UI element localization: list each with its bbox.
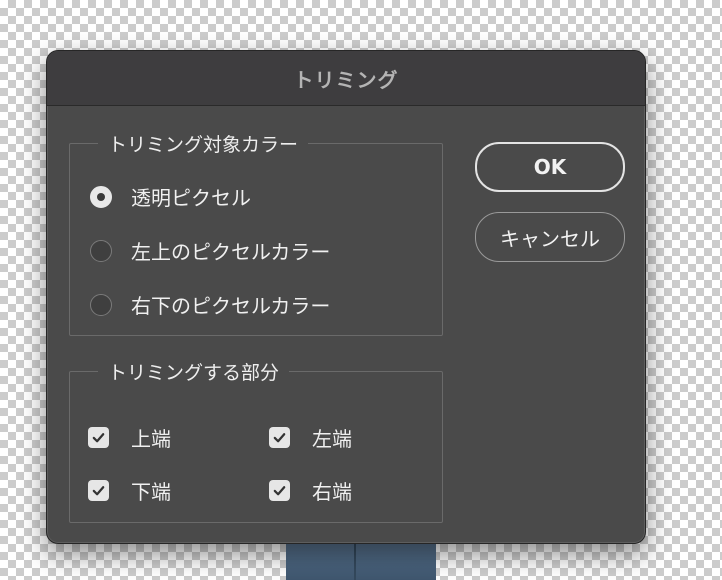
checkmark-icon [273,486,286,496]
radio-transparent-pixels[interactable]: 透明ピクセル [90,182,251,211]
trim-target-legend: トリミング対象カラー [98,130,309,157]
checkbox-checked[interactable] [269,480,290,501]
radio-bottom-right-pixel-color[interactable]: 右下のピクセルカラー [90,290,330,319]
dialog-titlebar[interactable]: トリミング [47,51,645,106]
trim-away-group: トリミングする部分 上端 左端 下端 右端 [69,358,443,523]
checkbox-label: 左端 [312,427,352,451]
radio-label: 透明ピクセル [131,186,251,210]
checkbox-checked[interactable] [269,427,290,448]
radio-top-left-pixel-color[interactable]: 左上のピクセルカラー [90,236,330,265]
trim-away-legend: トリミングする部分 [98,358,290,385]
checkbox-label: 下端 [131,480,171,504]
ok-button[interactable]: OK [475,142,625,192]
radio-unselected-icon[interactable] [90,293,112,316]
dialog-title: トリミング [293,67,399,92]
checkbox-right[interactable]: 右端 [269,476,352,505]
background-image-jeans [286,538,436,580]
radio-label: 右下のピクセルカラー [131,294,331,318]
checkmark-icon [273,433,286,443]
radio-unselected-icon[interactable] [90,239,112,262]
radio-selected-icon[interactable] [90,185,112,208]
checkbox-label: 右端 [312,480,352,504]
checkbox-checked[interactable] [88,427,109,448]
checkbox-label: 上端 [131,427,171,451]
checkmark-icon [92,433,105,443]
checkbox-bottom[interactable]: 下端 [88,476,171,505]
trim-dialog: トリミング トリミング対象カラー 透明ピクセル 左上のピクセルカラー 右下のピク… [46,50,646,544]
cancel-button[interactable]: キャンセル [475,212,625,262]
trim-target-group: トリミング対象カラー 透明ピクセル 左上のピクセルカラー 右下のピクセルカラー [69,130,443,336]
checkbox-top[interactable]: 上端 [88,423,171,452]
checkbox-left[interactable]: 左端 [269,423,352,452]
radio-label: 左上のピクセルカラー [131,240,331,264]
checkbox-checked[interactable] [88,480,109,501]
checkmark-icon [92,486,105,496]
